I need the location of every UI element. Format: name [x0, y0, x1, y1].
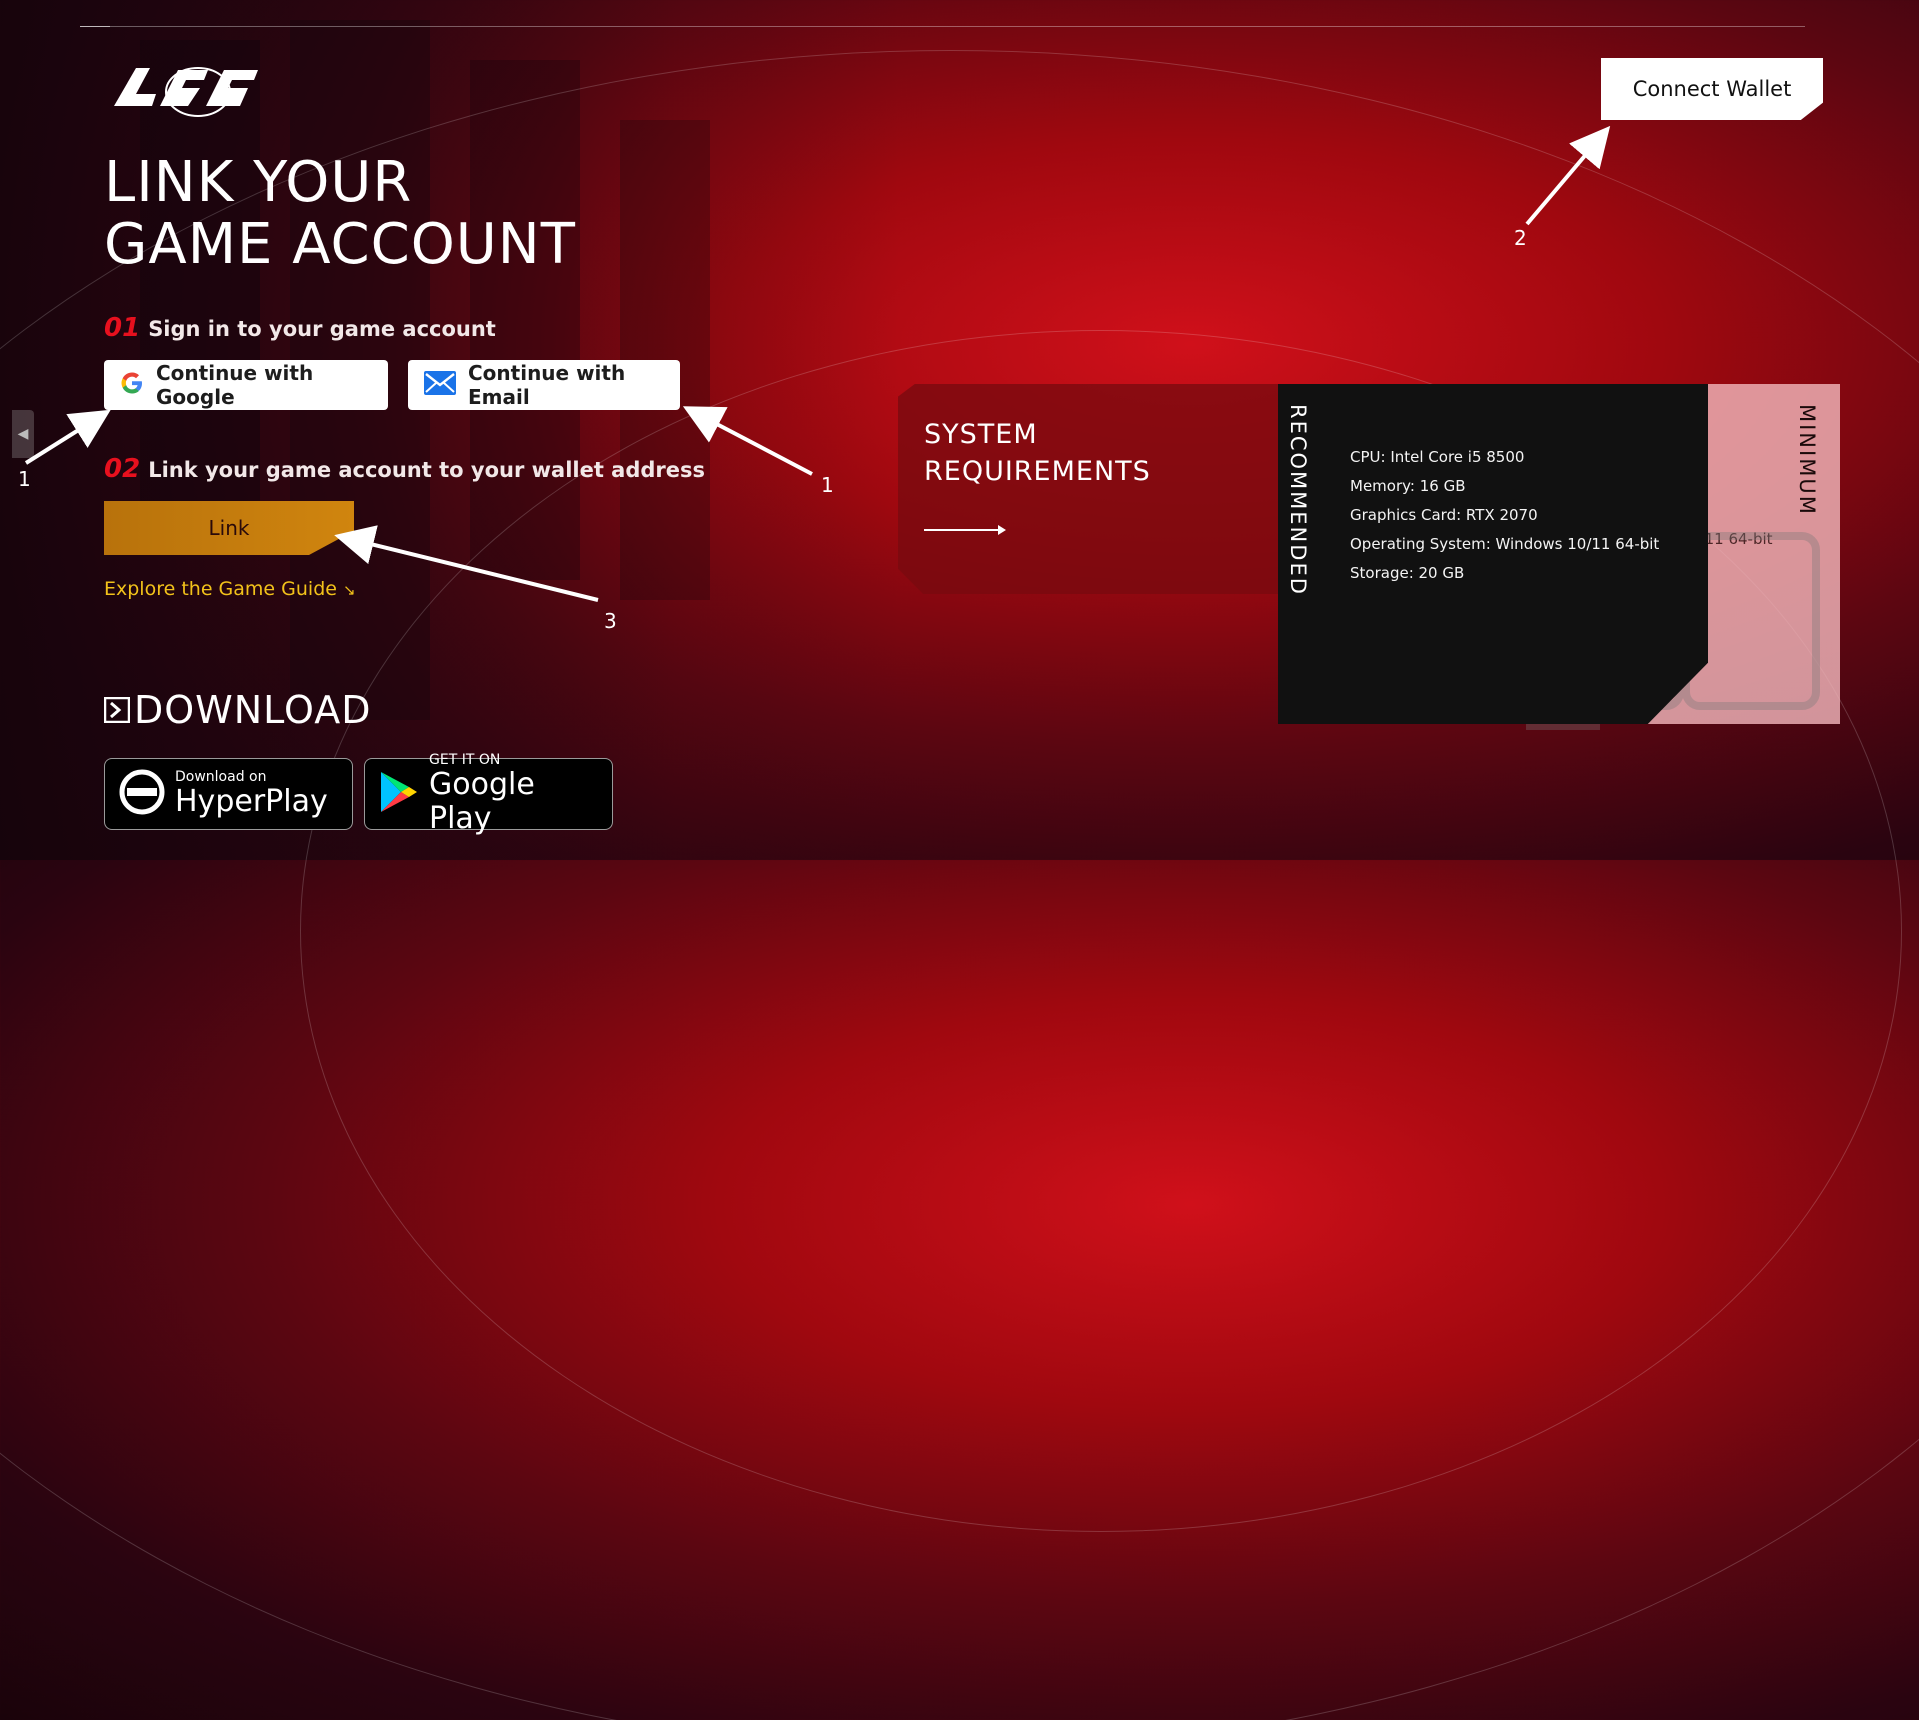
google-play-big-text: Google Play — [429, 767, 535, 836]
spec-graphics: Graphics Card: RTX 2070 — [1350, 506, 1538, 524]
link-button[interactable]: Link — [104, 501, 354, 555]
google-play-small-text: GET IT ON — [429, 752, 501, 768]
google-play-icon — [379, 770, 419, 818]
hyperplay-small-text: Download on — [175, 769, 267, 785]
mail-icon — [424, 370, 456, 400]
email-button-label: Continue with Email — [468, 361, 626, 409]
system-requirements-title: SYSTEM REQUIREMENTS — [924, 419, 1151, 487]
game-logo — [108, 58, 264, 120]
google-button-label: Continue with Google — [156, 361, 314, 409]
download-icon — [103, 688, 131, 732]
hyperplay-download-button[interactable]: Download on HyperPlay — [104, 758, 353, 830]
continue-with-email-button[interactable]: Continue with Email — [408, 360, 680, 410]
spec-memory: Memory: 16 GB — [1350, 477, 1466, 495]
continue-with-google-button[interactable]: Continue with Google — [104, 360, 388, 410]
minimum-tab-label[interactable]: MINIMUM — [1795, 404, 1819, 516]
google-icon — [120, 371, 144, 400]
step-1-heading: 01 Sign in to your game account — [104, 313, 496, 343]
spec-os: Operating System: Windows 10/11 64-bit — [1350, 535, 1660, 553]
spec-cpu: CPU: Intel Core i5 8500 — [1350, 448, 1525, 466]
download-heading: DOWNLOAD — [103, 688, 371, 732]
annotation-label: 3 — [604, 609, 617, 633]
spec-list: CPU: Intel Core i5 8500 Memory: 16 GB Gr… — [1350, 443, 1659, 588]
arrow-right-icon — [924, 525, 1006, 535]
arrow-down-right-icon: ↘ — [343, 581, 356, 599]
page-title: LINK YOUR GAME ACCOUNT — [104, 150, 576, 277]
spec-storage: Storage: 20 GB — [1350, 564, 1465, 582]
connect-wallet-button[interactable]: Connect Wallet — [1601, 58, 1823, 120]
annotation-label: 1 — [18, 467, 31, 491]
chevron-left-icon: ◀ — [17, 426, 29, 442]
step-2-heading: 02 Link your game account to your wallet … — [104, 454, 706, 484]
top-frame-line — [80, 0, 1805, 27]
annotation-label: 2 — [1514, 226, 1527, 250]
hyperplay-icon — [119, 769, 165, 819]
google-play-download-button[interactable]: GET IT ON Google Play — [364, 752, 613, 836]
side-collapse-tab[interactable]: ◀ — [12, 410, 34, 458]
recommended-tab-label[interactable]: RECOMMENDED — [1286, 404, 1310, 596]
game-guide-link[interactable]: Explore the Game Guide ↘ — [104, 578, 356, 600]
hyperplay-big-text: HyperPlay — [175, 784, 328, 819]
step-number: 02 — [104, 454, 141, 484]
step-number: 01 — [104, 313, 141, 343]
annotation-label: 1 — [821, 473, 834, 497]
